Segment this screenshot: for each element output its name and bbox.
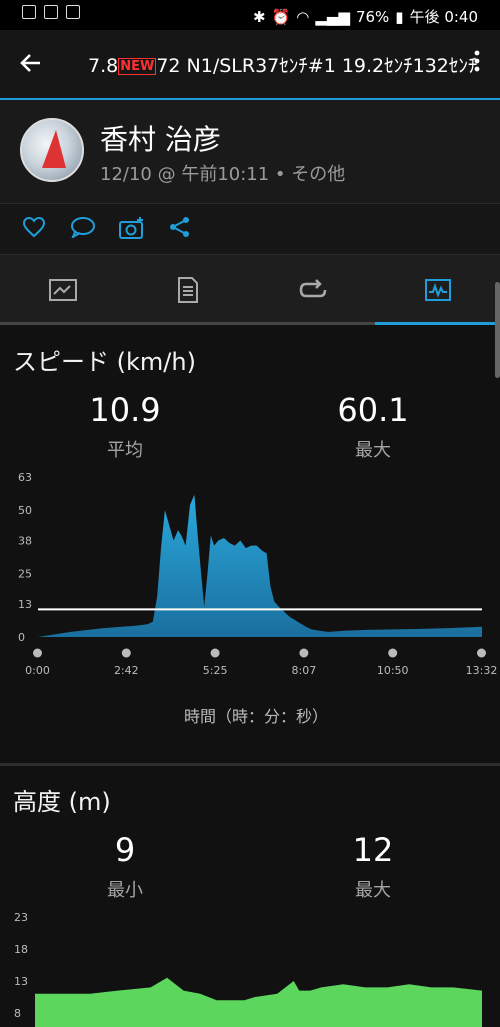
- tab-indicator-track: [0, 322, 500, 325]
- action-row: [0, 203, 500, 254]
- scrollbar[interactable]: [495, 282, 500, 378]
- bluetooth-icon: ✱: [252, 7, 266, 26]
- x-axis-label: 時間（時：分：秒）: [184, 707, 328, 726]
- y-tick-label: 0: [18, 631, 25, 644]
- document-icon: [177, 277, 198, 303]
- y-tick-label: 13: [14, 975, 28, 988]
- back-button[interactable]: [18, 50, 48, 80]
- x-tick-dot: [388, 648, 398, 658]
- tab-laps[interactable]: [250, 255, 375, 325]
- check-notification-icon: [66, 5, 80, 19]
- tab-details[interactable]: [125, 255, 250, 325]
- y-tick-label: 50: [18, 504, 32, 517]
- user-name[interactable]: 香村 治彦: [100, 118, 221, 158]
- more-vert-icon: [474, 50, 480, 72]
- share-button[interactable]: [168, 216, 192, 243]
- y-tick-label: 13: [18, 598, 32, 611]
- laps-icon: [299, 279, 326, 298]
- clock: 午後 0:40: [409, 8, 478, 26]
- x-tick-dot: [121, 648, 131, 658]
- x-tick-label: 8:07: [292, 664, 317, 677]
- share-icon: [170, 217, 189, 237]
- y-tick-label: 25: [18, 568, 32, 581]
- altitude-series-area: [35, 977, 482, 1027]
- overflow-menu-button[interactable]: [472, 48, 482, 80]
- avg-speed-value: 10.9: [89, 391, 161, 429]
- min-altitude-label: 最小: [107, 880, 143, 901]
- chart-icon: [424, 279, 451, 301]
- x-tick-dot: [210, 648, 220, 658]
- status-bar: ✱ ⏰ ◠ ▂▄▆ 76% ▮ 午後 0:40: [0, 0, 500, 30]
- y-tick-label: 23: [14, 911, 28, 924]
- tab-charts[interactable]: [375, 255, 500, 325]
- heart-icon: [22, 216, 46, 238]
- signal-icon: ▂▄▆: [315, 7, 350, 26]
- max-speed-value: 60.1: [337, 391, 409, 429]
- activity-header: 香村 治彦 12/10 @ 午前10:11 • その他: [0, 100, 500, 203]
- activity-title: 7.8 NEW 72 N1/SLR37ｾﾝﾁ#1 19.2ｾﾝﾁ132ｾﾝﾁ: [88, 51, 477, 78]
- alarm-icon: ⏰: [271, 7, 291, 26]
- new-badge: NEW: [118, 58, 157, 75]
- y-tick-label: 18: [14, 943, 28, 956]
- max-altitude-value: 12: [352, 831, 394, 869]
- map-summary-icon: [48, 279, 77, 301]
- x-tick-label: 13:32: [466, 664, 498, 677]
- like-button[interactable]: [22, 216, 46, 243]
- x-tick-label: 5:25: [203, 664, 228, 677]
- min-altitude-value: 9: [114, 831, 136, 869]
- x-tick-label: 10:50: [377, 664, 409, 677]
- add-photo-button[interactable]: [118, 216, 146, 245]
- y-tick-label: 63: [18, 471, 32, 484]
- y-tick-label: 38: [18, 534, 32, 547]
- activity-meta: 12/10 @ 午前10:11 • その他: [100, 164, 346, 185]
- altitude-section-title: 高度 (m): [13, 788, 111, 816]
- x-tick-dot: [33, 648, 42, 658]
- tab-indicator: [375, 322, 500, 325]
- comment-button[interactable]: [70, 216, 96, 243]
- arrow-left-icon: [20, 54, 40, 72]
- activity-title-part1: 7.8: [88, 55, 119, 77]
- x-tick-dot: [299, 648, 309, 658]
- activity-title-part2: 72 N1/SLR37ｾﾝﾁ#1 19.2ｾﾝﾁ132ｾﾝﾁ: [156, 55, 478, 77]
- app-bar: 7.8 NEW 72 N1/SLR37ｾﾝﾁ#1 19.2ｾﾝﾁ132ｾﾝﾁ: [0, 30, 500, 98]
- comment-icon: [71, 217, 95, 240]
- system-indicators: ✱ ⏰ ◠ ▂▄▆ 76% ▮ 午後 0:40: [253, 6, 478, 27]
- youtube-notification-icon: [44, 5, 58, 19]
- x-tick-dot: [477, 648, 486, 658]
- activity-tabs: [0, 254, 500, 325]
- gallery-notification-icon: [22, 5, 36, 19]
- x-tick-label: 2:42: [114, 664, 139, 677]
- x-tick-label: 0:00: [25, 664, 50, 677]
- section-divider: [0, 763, 500, 766]
- speed-section-title: スピード (km/h): [13, 348, 196, 376]
- windsurf-sail-image: [42, 130, 66, 168]
- tab-summary[interactable]: [0, 255, 125, 325]
- speed-chart[interactable]: 0 13 25 38 50 63 0:00 2:42 5:25 8:07 10:50 13:32 時間（…: [0, 460, 500, 750]
- speed-series-area: [38, 494, 482, 637]
- max-speed-label: 最大: [355, 440, 391, 461]
- camera-add-icon: [119, 217, 143, 239]
- y-tick-label: 8: [14, 1007, 21, 1020]
- avatar[interactable]: [20, 118, 84, 182]
- max-altitude-label: 最大: [355, 880, 391, 901]
- avg-speed-label: 平均: [107, 440, 143, 461]
- wifi-icon: ◠: [296, 7, 310, 26]
- altitude-chart[interactable]: 23 18 13 8: [0, 900, 500, 1027]
- battery-icon: ▮: [395, 7, 404, 26]
- battery-percent: 76%: [355, 7, 390, 26]
- notification-icons: [22, 5, 80, 19]
